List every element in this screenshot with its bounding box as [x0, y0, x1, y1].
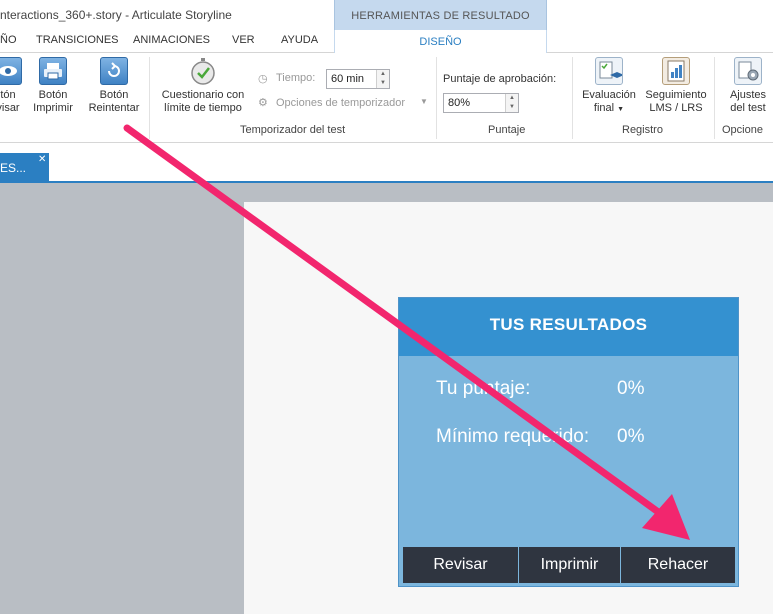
score-value: 0%	[617, 378, 645, 399]
chevron-down-icon: ▼	[617, 106, 625, 113]
quiz-settings-label-2: del test	[730, 102, 766, 114]
settings-gear-icon	[734, 57, 762, 85]
final-assessment-label-2-text: final	[593, 102, 615, 114]
passing-score-value: 80%	[448, 97, 471, 109]
chevron-down-icon: ▼	[420, 97, 428, 106]
review-button-label-1: tón	[0, 89, 16, 101]
final-assessment-label-2: final ▼	[580, 102, 638, 116]
timed-quiz-label-2: límite de tiempo	[164, 102, 242, 114]
lms-tracking-label-1: Seguimiento	[645, 89, 707, 101]
window-title: nteractions_360+.story - Articulate Stor…	[0, 8, 232, 22]
required-label: Mínimo requerido:	[436, 426, 590, 447]
required-value: 0%	[617, 426, 645, 447]
tab-diseno-active-label: DISEÑO	[419, 36, 462, 48]
review-results-button[interactable]: Revisar	[403, 547, 519, 583]
passing-score-spinner[interactable]: ▲ ▼	[505, 94, 518, 112]
lms-tracking-label-2: LMS / LRS	[649, 102, 703, 114]
clock-icon: ◷	[258, 73, 268, 85]
group-separator	[572, 57, 573, 139]
quiz-settings-button[interactable]: Ajustes del test	[726, 57, 770, 115]
results-panel: TUS RESULTADOS Tu puntaje: 0% Mínimo req…	[398, 297, 739, 587]
tab-diseno-partial[interactable]: ÑO	[0, 34, 17, 46]
final-assessment-label-1: Evaluación	[582, 89, 636, 101]
group-label-timer: Temporizador del test	[240, 124, 346, 136]
time-label: Tiempo:	[276, 72, 316, 84]
final-assessment-button[interactable]: Evaluación final ▼	[580, 57, 638, 116]
document-tab-label: ES...	[0, 161, 27, 175]
retry-button-label-1: Botón	[99, 89, 129, 101]
score-label: Tu puntaje:	[436, 378, 531, 399]
contextual-tab-header-label: HERRAMIENTAS DE RESULTADO	[351, 10, 530, 22]
graduation-report-icon	[595, 57, 624, 85]
group-separator	[714, 57, 715, 139]
print-button[interactable]: Botón Imprimir	[32, 57, 74, 115]
review-button-label-2: visar	[0, 102, 20, 114]
timer-options-icon: ⚙	[258, 97, 268, 109]
group-label-registry: Registro	[622, 124, 663, 136]
eye-icon	[0, 57, 22, 85]
timer-options-dropdown[interactable]: Opciones de temporizador	[276, 97, 405, 109]
tab-diseno-active[interactable]: DISEÑO	[334, 30, 547, 54]
print-results-button[interactable]: Imprimir	[519, 547, 621, 583]
document-tabs: ES... ✕	[0, 143, 773, 183]
passing-score-label: Puntaje de aprobación:	[443, 73, 557, 85]
tab-animaciones[interactable]: ANIMACIONES	[133, 34, 210, 46]
tracking-chart-icon	[662, 57, 690, 85]
group-separator	[436, 57, 437, 139]
timed-quiz-label-1: Cuestionario con	[161, 89, 245, 101]
results-title: TUS RESULTADOS	[489, 315, 648, 334]
close-icon[interactable]: ✕	[38, 154, 46, 165]
lms-tracking-button[interactable]: Seguimiento LMS / LRS	[642, 57, 710, 115]
quiz-settings-label-1: Ajustes	[729, 89, 767, 101]
retry-button[interactable]: Botón Reintentar	[86, 57, 142, 115]
results-panel-header: TUS RESULTADOS	[399, 298, 738, 356]
passing-score-input[interactable]: 80% ▲ ▼	[443, 93, 519, 113]
review-button[interactable]: tón visar	[0, 57, 22, 115]
print-button-label-1: Botón	[38, 89, 68, 101]
tab-ayuda[interactable]: AYUDA	[281, 34, 318, 46]
contextual-tab-header: HERRAMIENTAS DE RESULTADO	[334, 0, 547, 30]
group-label-score: Puntaje	[488, 124, 526, 136]
ribbon: tón visar Botón Imprimir Botón Reintenta…	[0, 53, 773, 143]
retry-icon	[100, 57, 128, 85]
document-tab[interactable]: ES... ✕	[0, 153, 49, 183]
time-spinner[interactable]: ▲ ▼	[376, 70, 389, 88]
tab-ver[interactable]: VER	[232, 34, 255, 46]
group-label-options: Opcione	[722, 124, 763, 136]
timed-quiz-button[interactable]: Cuestionario con límite de tiempo	[157, 57, 249, 115]
print-button-label-2: Imprimir	[33, 102, 73, 114]
retry-quiz-button[interactable]: Rehacer	[621, 547, 735, 583]
stopwatch-icon	[189, 57, 217, 85]
time-input-value: 60 min	[331, 73, 365, 85]
time-input[interactable]: 60 min ▲ ▼	[326, 69, 390, 89]
retry-button-label-2: Reintentar	[88, 102, 140, 114]
group-separator	[149, 57, 150, 139]
printer-icon	[39, 57, 67, 85]
tab-transiciones[interactable]: TRANSICIONES	[36, 34, 119, 46]
